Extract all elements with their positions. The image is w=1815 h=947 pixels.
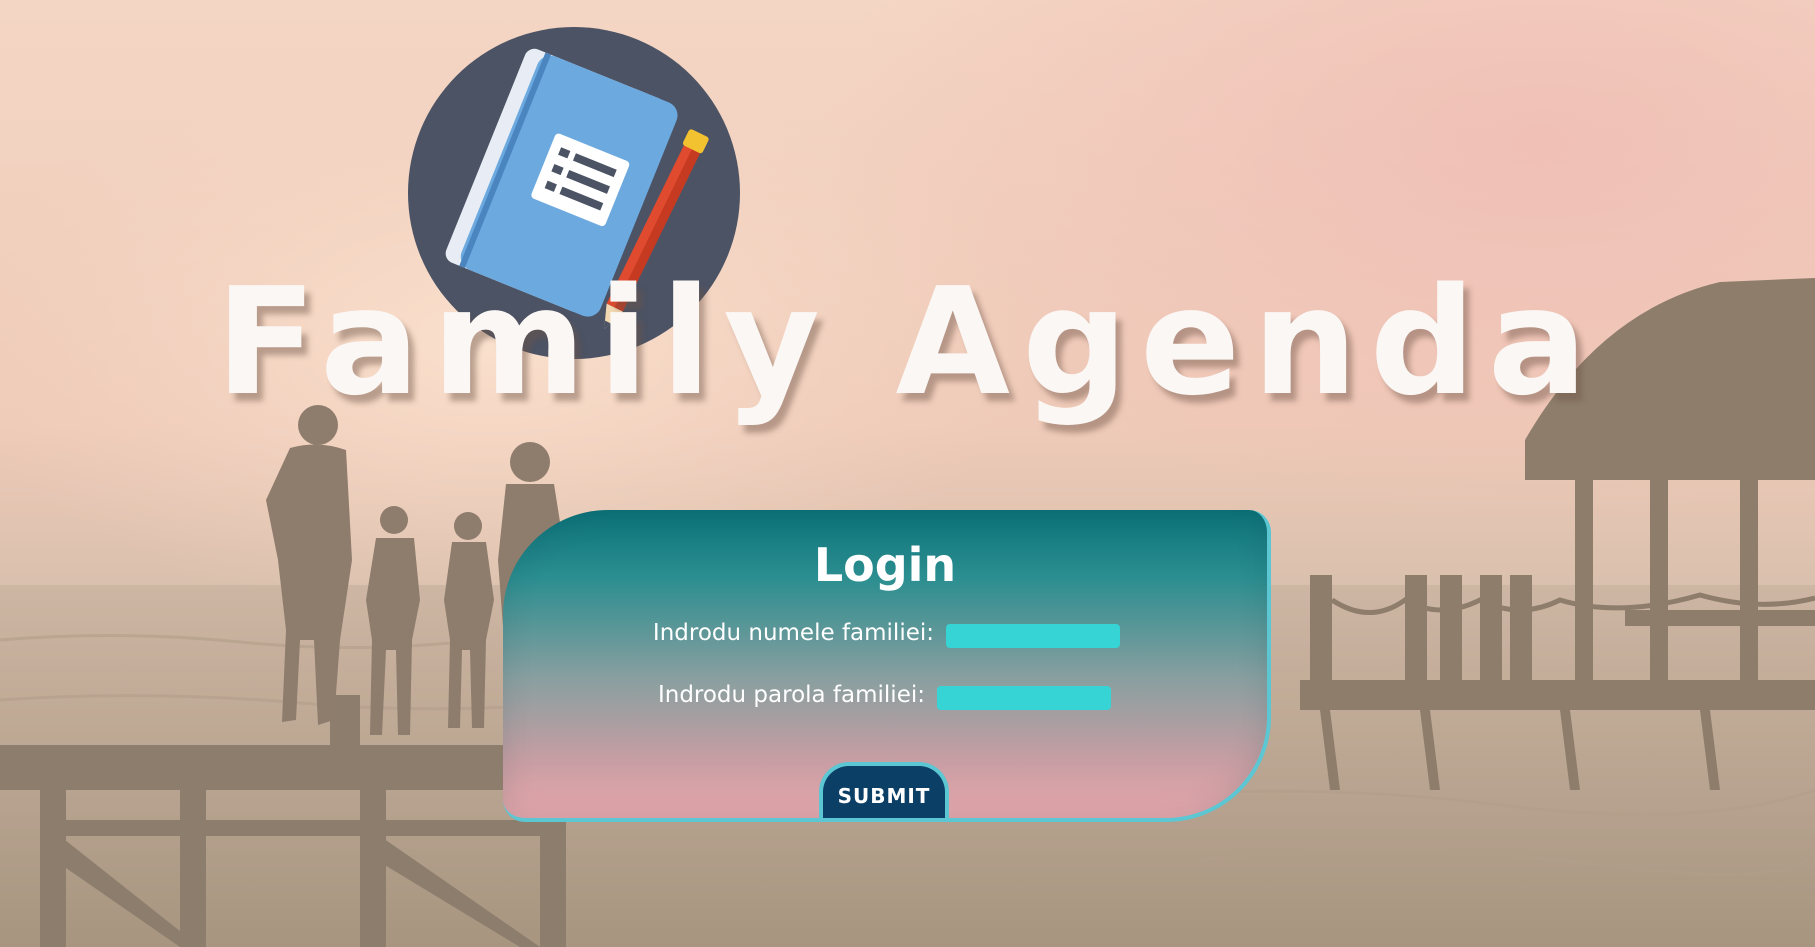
family-password-row: Indrodu parola familiei: [503,680,1267,710]
login-panel: Login Indrodu numele familiei: Indrodu p… [503,510,1271,822]
login-title: Login [813,538,957,592]
submit-button[interactable]: SUBMIT [819,762,949,818]
family-name-input[interactable] [946,624,1120,648]
app-title: Family Agenda [215,256,1600,428]
family-password-label: Indrodu parola familiei: [657,682,925,708]
family-password-input[interactable] [937,686,1111,710]
family-name-label: Indrodu numele familiei: [652,620,934,646]
family-name-row: Indrodu numele familiei: [503,618,1267,648]
